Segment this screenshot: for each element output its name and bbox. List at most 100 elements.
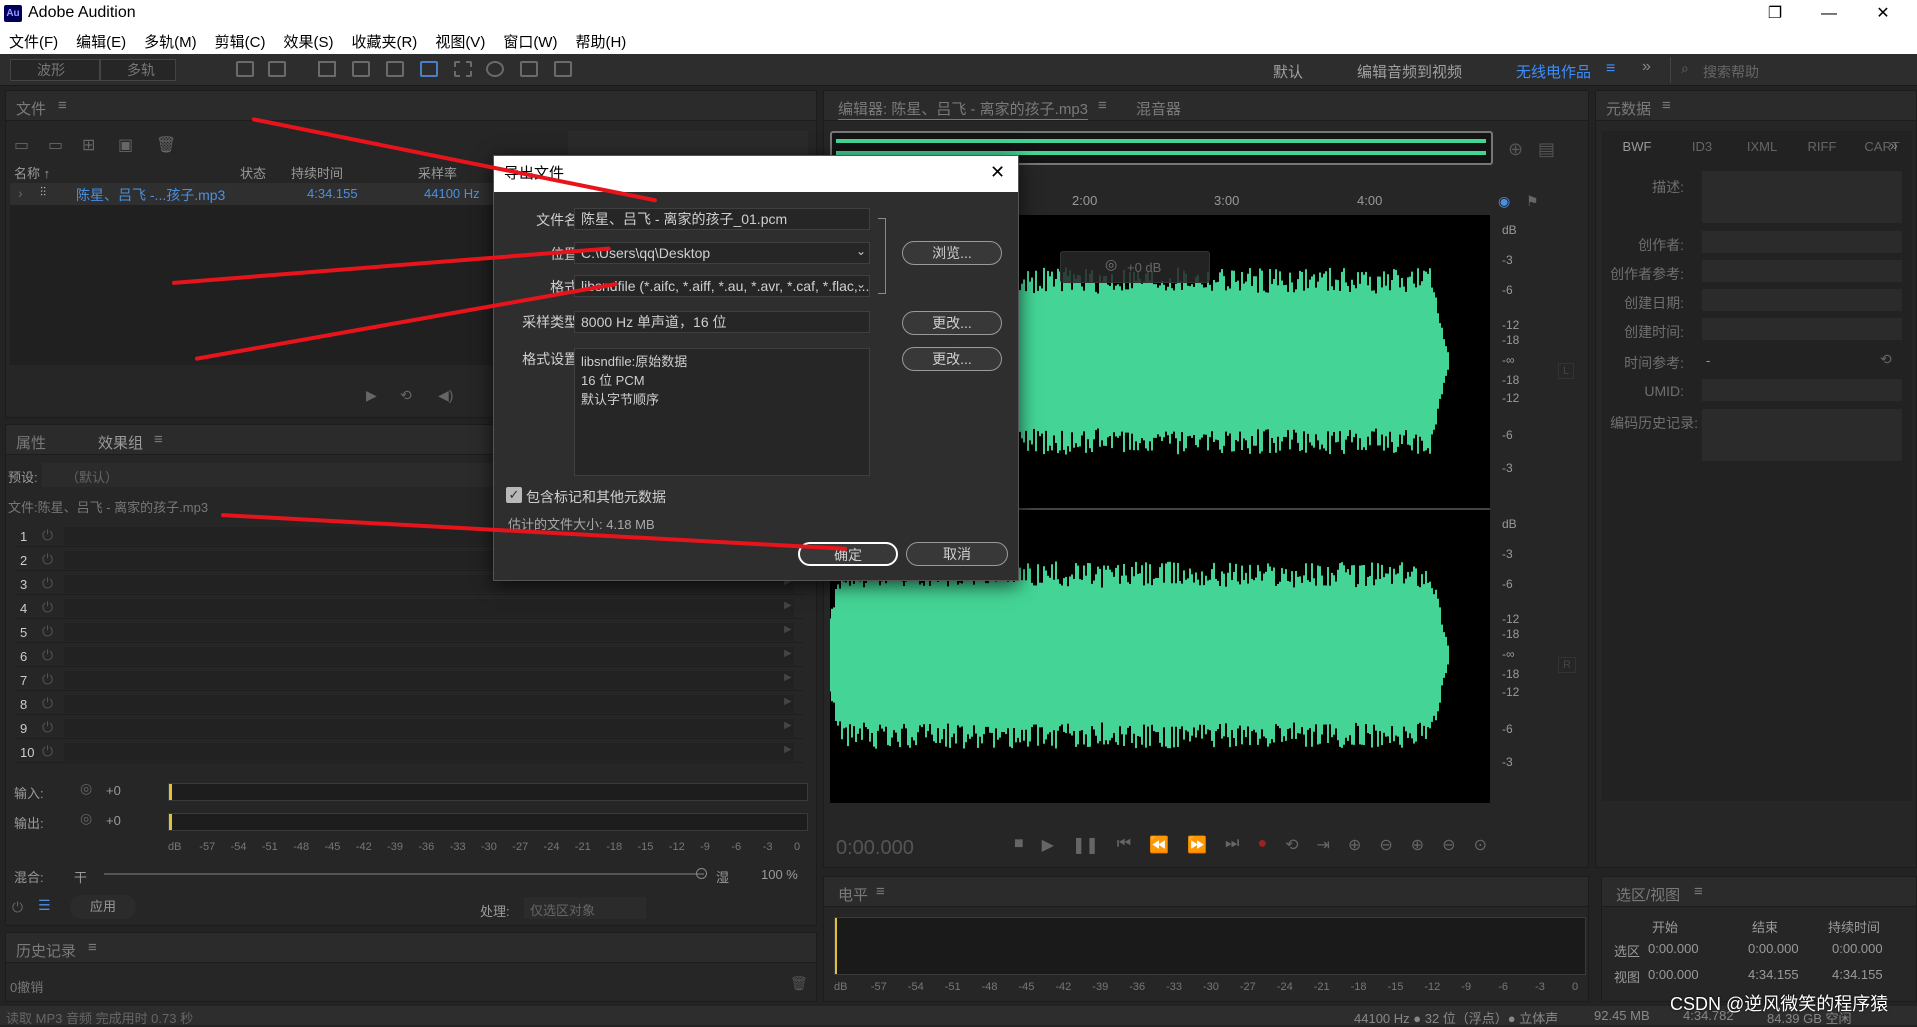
field-time-ref[interactable]: - (1706, 353, 1710, 368)
field-umid[interactable] (1702, 379, 1902, 401)
panel-menu-icon[interactable]: ≡ (154, 431, 163, 448)
format-dropdown-icon[interactable]: ⌄ (856, 277, 866, 291)
view-end[interactable]: 4:34.155 (1748, 967, 1799, 982)
delete-history-icon[interactable]: 🗑 (790, 975, 808, 992)
monitor-icon[interactable]: ◉ (1498, 193, 1510, 210)
field-coding-history[interactable] (1702, 409, 1902, 461)
view-duration[interactable]: 4:34.155 (1832, 967, 1883, 982)
rack-power-icon[interactable]: ⏻ (42, 695, 53, 712)
history-panel-title[interactable]: 历史记录 (16, 940, 76, 961)
workspace-default[interactable]: 默认 (1273, 61, 1303, 82)
rack-arrow-icon[interactable]: ▶ (784, 672, 792, 683)
channel-l-toggle[interactable]: L (1558, 363, 1575, 379)
brush-tool-icon[interactable] (520, 61, 538, 77)
input-gain-knob[interactable]: ◎ (80, 780, 92, 797)
rack-slot[interactable]: 6 ⏻ ▶ (14, 645, 804, 667)
rack-arrow-icon[interactable]: ▶ (784, 720, 792, 731)
overview-toggle-icon[interactable]: ▤ (1538, 139, 1555, 160)
mixer-tab[interactable]: 混音器 (1136, 98, 1181, 119)
record-icon[interactable]: ● (1257, 835, 1267, 857)
play-icon[interactable]: ▶ (1042, 835, 1054, 857)
rack-slot[interactable]: 8 ⏻ ▶ (14, 693, 804, 715)
pitch-display-icon[interactable] (268, 61, 286, 77)
rack-effect-select[interactable] (64, 647, 794, 665)
change-settings-button[interactable]: 更改... (902, 347, 1002, 371)
slip-tool-icon[interactable] (386, 61, 404, 77)
col-name[interactable]: 名称 ↑ (14, 163, 50, 182)
field-creation-date[interactable] (1702, 289, 1902, 311)
menu-window[interactable]: 窗口(W) (494, 31, 566, 52)
hud-volume[interactable]: ◎ +0 dB (1060, 251, 1210, 283)
waveform-mode-button[interactable]: 波形 (10, 59, 100, 81)
workspace-edit-audio-to-video[interactable]: 编辑音频到视频 (1357, 61, 1462, 82)
rack-effect-select[interactable] (64, 599, 794, 617)
panel-menu-icon[interactable]: ≡ (876, 883, 885, 900)
filename-input[interactable]: 陈星、吕飞 - 离家的孩子_01.pcm (574, 208, 870, 230)
zoom-in-time-icon[interactable]: ⊕ (1411, 835, 1424, 857)
format-select[interactable]: libsndfile (*.aifc, *.aiff, *.au, *.avr,… (574, 275, 870, 297)
selection-start[interactable]: 0:00.000 (1648, 941, 1699, 956)
razor-tool-icon[interactable] (352, 61, 370, 77)
go-to-start-icon[interactable]: ⏮ (1117, 835, 1131, 857)
rack-slot[interactable]: 4 ⏻ ▶ (14, 597, 804, 619)
browse-button[interactable]: 浏览... (902, 241, 1002, 265)
menu-favorites[interactable]: 收藏夹(R) (342, 31, 426, 52)
tab-riff[interactable]: RIFF (1792, 139, 1852, 163)
col-status[interactable]: 状态 (240, 163, 266, 182)
close-button[interactable]: ✕ (1860, 2, 1906, 26)
master-power-icon[interactable]: ⏻ (12, 899, 23, 916)
spectral-icon[interactable] (236, 61, 254, 77)
levels-panel-title[interactable]: 电平 (838, 884, 868, 905)
rack-effect-select[interactable] (64, 719, 794, 737)
go-to-end-icon[interactable]: ⏭ (1225, 835, 1239, 857)
hud-knob-icon[interactable]: ◎ (1105, 256, 1117, 273)
rack-power-icon[interactable]: ⏻ (42, 551, 53, 568)
workspace-menu-icon[interactable]: ≡ (1606, 60, 1615, 78)
rack-arrow-icon[interactable]: ▶ (784, 624, 792, 635)
input-gain-value[interactable]: +0 (106, 783, 121, 798)
marker-icon[interactable]: ⚑ (1526, 193, 1539, 210)
field-creator-ref[interactable] (1702, 260, 1902, 282)
rack-effect-select[interactable] (64, 743, 794, 761)
save-file-icon[interactable]: ▣ (118, 135, 133, 155)
rack-arrow-icon[interactable]: ▶ (784, 696, 792, 707)
metadata-panel-title[interactable]: 元数据 (1606, 98, 1651, 119)
maximize-button[interactable]: ❐ (1752, 2, 1798, 26)
rack-slot[interactable]: 7 ⏻ ▶ (14, 669, 804, 691)
change-sample-button[interactable]: 更改... (902, 311, 1002, 335)
panel-menu-icon[interactable]: ≡ (88, 939, 97, 956)
pause-icon[interactable]: ❚❚ (1072, 835, 1099, 857)
healing-brush-icon[interactable] (554, 61, 572, 77)
view-start[interactable]: 0:00.000 (1648, 967, 1699, 982)
rack-power-icon[interactable]: ⏻ (42, 623, 53, 640)
panel-menu-icon[interactable]: ≡ (1662, 97, 1671, 114)
include-metadata-checkbox[interactable]: ✓ (506, 487, 522, 503)
files-search-input[interactable] (568, 131, 808, 155)
menu-view[interactable]: 视图(V) (426, 31, 494, 52)
editor-tab[interactable]: 编辑器: 陈星、吕飞 - 离家的孩子.mp3 (838, 98, 1089, 120)
selection-duration[interactable]: 0:00.000 (1832, 941, 1883, 956)
rack-slot[interactable]: 5 ⏻ ▶ (14, 621, 804, 643)
skip-selection-icon[interactable]: ⇥ (1317, 835, 1330, 857)
output-gain-value[interactable]: +0 (106, 813, 121, 828)
autoplay-icon[interactable]: ◀) (438, 387, 453, 404)
location-select[interactable]: C:\Users\qq\Desktop (574, 242, 870, 264)
cancel-button[interactable]: 取消 (906, 542, 1008, 566)
play-file-icon[interactable]: ▶ (366, 387, 377, 404)
import-file-icon[interactable]: ▭ (48, 135, 63, 155)
preset-select[interactable]: （默认） (42, 463, 562, 487)
menu-multitrack[interactable]: 多轨(M) (135, 31, 206, 52)
rack-power-icon[interactable]: ⏻ (42, 527, 53, 544)
marquee-tool-icon[interactable] (454, 61, 472, 77)
panel-menu-icon[interactable]: ≡ (1694, 883, 1703, 900)
zoom-out-time-icon[interactable]: ⊖ (1442, 835, 1455, 857)
tab-id3[interactable]: ID3 (1672, 139, 1732, 163)
loop-icon[interactable]: ⟲ (1285, 835, 1298, 857)
open-file-icon[interactable]: ▭ (14, 135, 29, 155)
rack-effect-select[interactable] (64, 671, 794, 689)
fast-forward-icon[interactable]: ⏩ (1187, 835, 1207, 857)
tab-properties[interactable]: 属性 (16, 432, 46, 453)
output-gain-knob[interactable]: ◎ (80, 810, 92, 827)
tab-ixml[interactable]: IXML (1732, 139, 1792, 163)
location-dropdown-icon[interactable]: ⌄ (856, 244, 866, 258)
